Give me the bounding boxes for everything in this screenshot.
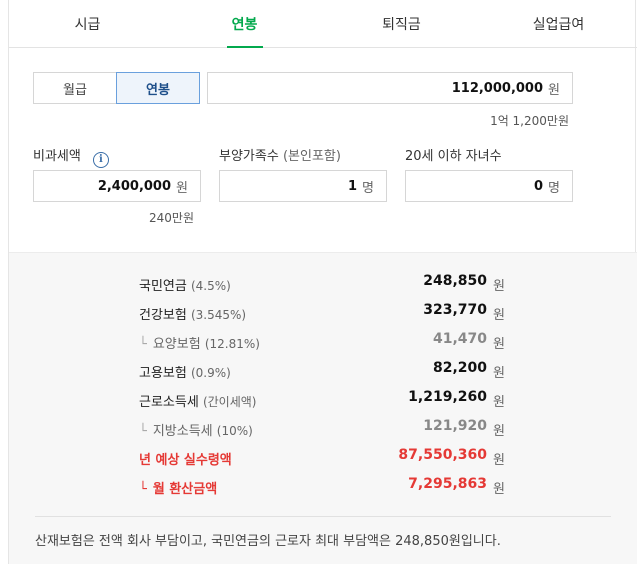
result-row-health: 건강보험 (3.545%) 323,770 원: [9, 298, 637, 327]
sub-item-icon: └: [139, 482, 147, 497]
nontax-value: 2,400,000: [97, 178, 172, 194]
result-unit: 원: [493, 424, 505, 439]
dependents-input[interactable]: 1 명: [219, 170, 387, 202]
children-input[interactable]: 0 명: [405, 170, 573, 202]
tab-bar: 시급 연봉 퇴직금 실업급여: [9, 0, 637, 48]
monthly-button[interactable]: 월급: [33, 72, 117, 104]
result-name: 근로소득세 (간이세액): [139, 391, 256, 410]
result-amount: 1,219,260: [408, 389, 487, 405]
result-label: 건강보험: [139, 308, 187, 323]
result-label: 년 예상 실수령액: [139, 453, 232, 468]
result-rate: (3.545%): [190, 308, 247, 322]
result-name: └ 지방소득세 (10%): [139, 420, 253, 439]
salary-value: 112,000,000: [451, 80, 544, 96]
calculator-panel: 시급 연봉 퇴직금 실업급여 월급 연봉 112,000,000 원 1억 1,…: [8, 0, 637, 564]
result-rate: (12.81%): [204, 337, 260, 351]
result-row-annual-net: 년 예상 실수령액 87,550,360 원: [9, 443, 637, 472]
result-row-local-tax: └ 지방소득세 (10%) 121,920 원: [9, 414, 637, 443]
nontax-unit: 원: [176, 180, 188, 196]
salary-hint: 1억 1,200만원: [490, 114, 569, 128]
dependents-label-sub: (본인포함): [282, 149, 341, 164]
footnote: 산재보험은 전액 회사 부담이고, 국민연금의 근로자 최대 부담액은 248,…: [35, 534, 501, 549]
result-amount: 41,470: [432, 331, 487, 347]
info-icon[interactable]: i: [92, 151, 109, 168]
result-name: └ 월 환산금액: [139, 478, 217, 497]
result-name: 국민연금 (4.5%): [139, 275, 231, 294]
result-name: └ 요양보험 (12.81%): [139, 333, 260, 352]
result-rate: (간이세액): [202, 395, 257, 409]
result-amount: 82,200: [432, 360, 487, 376]
result-label: 요양보험: [152, 337, 201, 352]
result-unit: 원: [493, 279, 505, 294]
result-amount: 7,295,863: [408, 476, 487, 492]
result-amount: 87,550,360: [398, 447, 487, 463]
result-rate: (10%): [216, 424, 253, 438]
result-label: 근로소득세: [139, 395, 199, 410]
sub-item-icon: └: [139, 337, 147, 352]
tab-severance[interactable]: 퇴직금: [323, 0, 480, 47]
result-rate: (0.9%): [190, 366, 231, 380]
result-unit: 원: [493, 366, 505, 381]
divider: [35, 516, 611, 517]
dependents-label: 부양가족수 (본인포함): [219, 145, 341, 164]
nontax-label: 비과세액 i: [33, 145, 109, 168]
result-unit: 원: [493, 308, 505, 323]
dependents-value: 1: [347, 178, 358, 194]
result-name: 건강보험 (3.545%): [139, 304, 246, 323]
result-amount: 121,920: [423, 418, 487, 434]
salary-input[interactable]: 112,000,000 원: [207, 72, 573, 104]
result-unit: 원: [493, 395, 505, 410]
result-label: 국민연금: [139, 279, 187, 294]
result-name: 년 예상 실수령액: [139, 449, 232, 468]
dependents-label-text: 부양가족수: [219, 149, 279, 164]
result-name: 고용보험 (0.9%): [139, 362, 231, 381]
result-label: 월 환산금액: [152, 482, 218, 497]
result-row-income-tax: 근로소득세 (간이세액) 1,219,260 원: [9, 385, 637, 414]
dependents-unit: 명: [362, 180, 374, 196]
annual-button[interactable]: 연봉: [116, 72, 200, 104]
salary-unit: 원: [548, 82, 560, 98]
result-rate: (4.5%): [190, 279, 231, 293]
result-row-pension: 국민연금 (4.5%) 248,850 원: [9, 269, 637, 298]
result-label: 지방소득세: [152, 424, 213, 439]
result-label: 고용보험: [139, 366, 187, 381]
result-section: 국민연금 (4.5%) 248,850 원 건강보험 (3.545%) 323,…: [9, 252, 637, 564]
result-unit: 원: [493, 482, 505, 497]
result-unit: 원: [493, 337, 505, 352]
tab-hourly[interactable]: 시급: [9, 0, 166, 47]
nontax-label-text: 비과세액: [33, 149, 81, 164]
tab-unemployment[interactable]: 실업급여: [480, 0, 637, 47]
result-amount: 248,850: [423, 273, 487, 289]
pay-type-toggle: 월급 연봉: [33, 72, 200, 104]
children-unit: 명: [548, 180, 560, 196]
children-value: 0: [533, 178, 544, 194]
result-row-care: └ 요양보험 (12.81%) 41,470 원: [9, 327, 637, 356]
sub-item-icon: └: [139, 424, 147, 439]
result-unit: 원: [493, 453, 505, 468]
result-amount: 323,770: [423, 302, 487, 318]
nontax-input[interactable]: 2,400,000 원: [33, 170, 201, 202]
children-label: 20세 이하 자녀수: [405, 149, 502, 164]
tab-annual-salary[interactable]: 연봉: [166, 0, 323, 47]
result-row-employment: 고용보험 (0.9%) 82,200 원: [9, 356, 637, 385]
result-row-monthly-net: └ 월 환산금액 7,295,863 원: [9, 472, 637, 501]
nontax-hint: 240만원: [149, 211, 194, 225]
